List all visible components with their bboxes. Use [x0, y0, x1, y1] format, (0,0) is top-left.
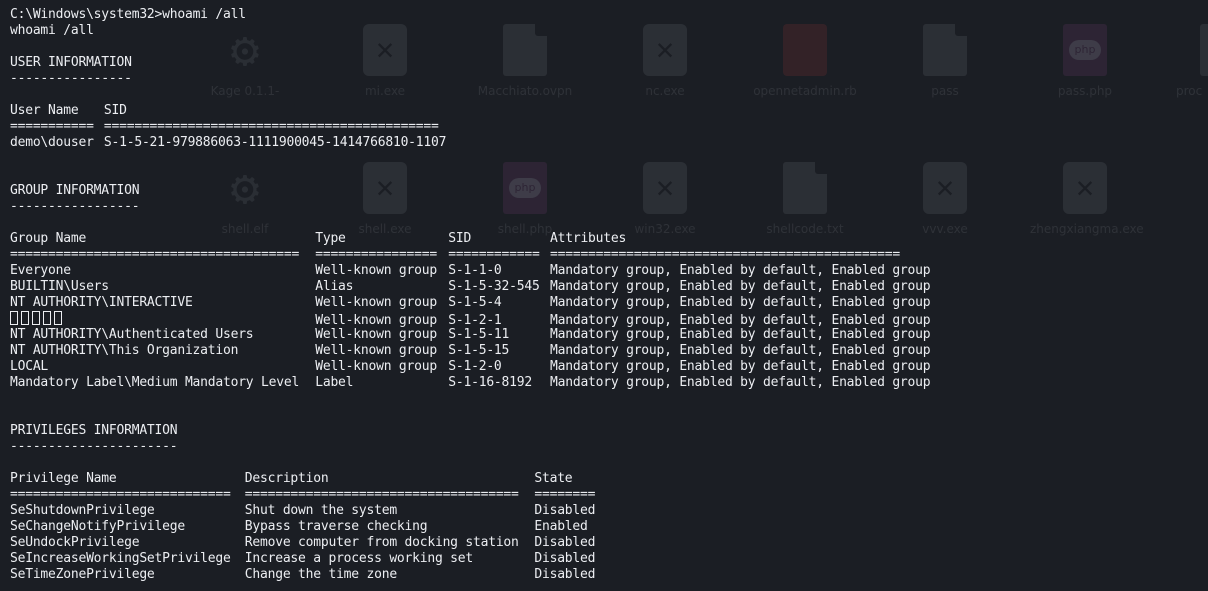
- column-header-group-name: Group Name: [10, 231, 87, 246]
- column-header-sid: SID: [448, 231, 472, 246]
- group-table-header: Group Name Type SID Attributes: [10, 231, 930, 247]
- user-table-header: User Name SID: [10, 103, 930, 119]
- table-row: SeIncreaseWorkingSetPrivilege Increase a …: [10, 551, 596, 566]
- privileges-info-underline: ----------------------: [10, 439, 178, 454]
- user-name-value: demo\douser: [10, 135, 94, 150]
- column-header-privilege-name: Privilege Name: [10, 471, 117, 486]
- table-row: SeUndockPrivilege Remove computer from do…: [10, 535, 596, 550]
- column-header-attributes: Attributes: [550, 231, 627, 246]
- typed-command: whoami /all: [162, 7, 246, 22]
- table-row: SeChangeNotifyPrivilege Bypass traverse c…: [10, 519, 588, 534]
- privileges-table-header: Privilege Name Description State: [10, 471, 930, 487]
- table-row: Everyone Well-known group S-1-1-0 Mandatory…: [10, 263, 931, 278]
- exe-icon: [1063, 162, 1107, 214]
- column-header-state: State: [534, 471, 573, 486]
- table-row: LOCAL Well-known group S-1-2-0 Mandatory gr…: [10, 359, 931, 374]
- desktop-icon[interactable]: pass.php: [1030, 24, 1140, 98]
- terminal-output[interactable]: C:\Windows\system32>whoami /all whoami /…: [10, 7, 931, 583]
- file-icon: [1200, 24, 1208, 76]
- column-header-type: Type: [315, 231, 346, 246]
- command-echo: whoami /all: [10, 23, 94, 38]
- group-info-underline: -----------------: [10, 199, 140, 214]
- table-row: SeShutdownPrivilege Shut down the system D…: [10, 503, 596, 518]
- table-row: NT AUTHORITY\Authenticated Users Well-kno…: [10, 327, 931, 342]
- table-row: Well-known group S-1-2-1 Mandatory group, …: [10, 311, 931, 328]
- user-info-underline: ----------------: [10, 71, 132, 86]
- column-header-user-name: User Name: [10, 103, 79, 118]
- column-header-sid: SID: [103, 103, 127, 118]
- command-prompt-line: C:\Windows\system32>whoami /all: [10, 7, 930, 23]
- table-row: NT AUTHORITY\INTERACTIVE Well-known group…: [10, 295, 931, 310]
- table-row: NT AUTHORITY\This Organization Well-known…: [10, 343, 931, 358]
- table-row: BUILTIN\Users Alias S-1-5-32-545 Mandatory …: [10, 279, 931, 294]
- user-sid-value: S-1-5-21-979886063-1111900045-1414766810…: [103, 135, 447, 150]
- user-info-title: USER INFORMATION: [10, 55, 132, 70]
- php-icon: [1063, 24, 1107, 76]
- user-table-separator: =========== =============================…: [10, 119, 439, 134]
- table-row: demo\douser S-1-5-21-979886063-1111900045…: [10, 135, 930, 151]
- desktop-icon[interactable]: zhengxiangma.exe: [1030, 162, 1144, 236]
- group-table-separator: ====================================== ==…: [10, 247, 900, 262]
- table-row: Mandatory Label\Medium Mandatory Level La…: [10, 375, 931, 390]
- privileges-info-title: PRIVILEGES INFORMATION: [10, 423, 178, 438]
- table-row: SeTimeZonePrivilege Change the time zone D…: [10, 567, 596, 582]
- prompt-path: C:\Windows\system32>: [10, 7, 163, 22]
- privileges-table-separator: ============================= ===========…: [10, 487, 596, 502]
- column-header-description: Description: [244, 471, 329, 486]
- group-info-title: GROUP INFORMATION: [10, 183, 140, 198]
- desktop-icon[interactable]: proc: [1150, 24, 1208, 98]
